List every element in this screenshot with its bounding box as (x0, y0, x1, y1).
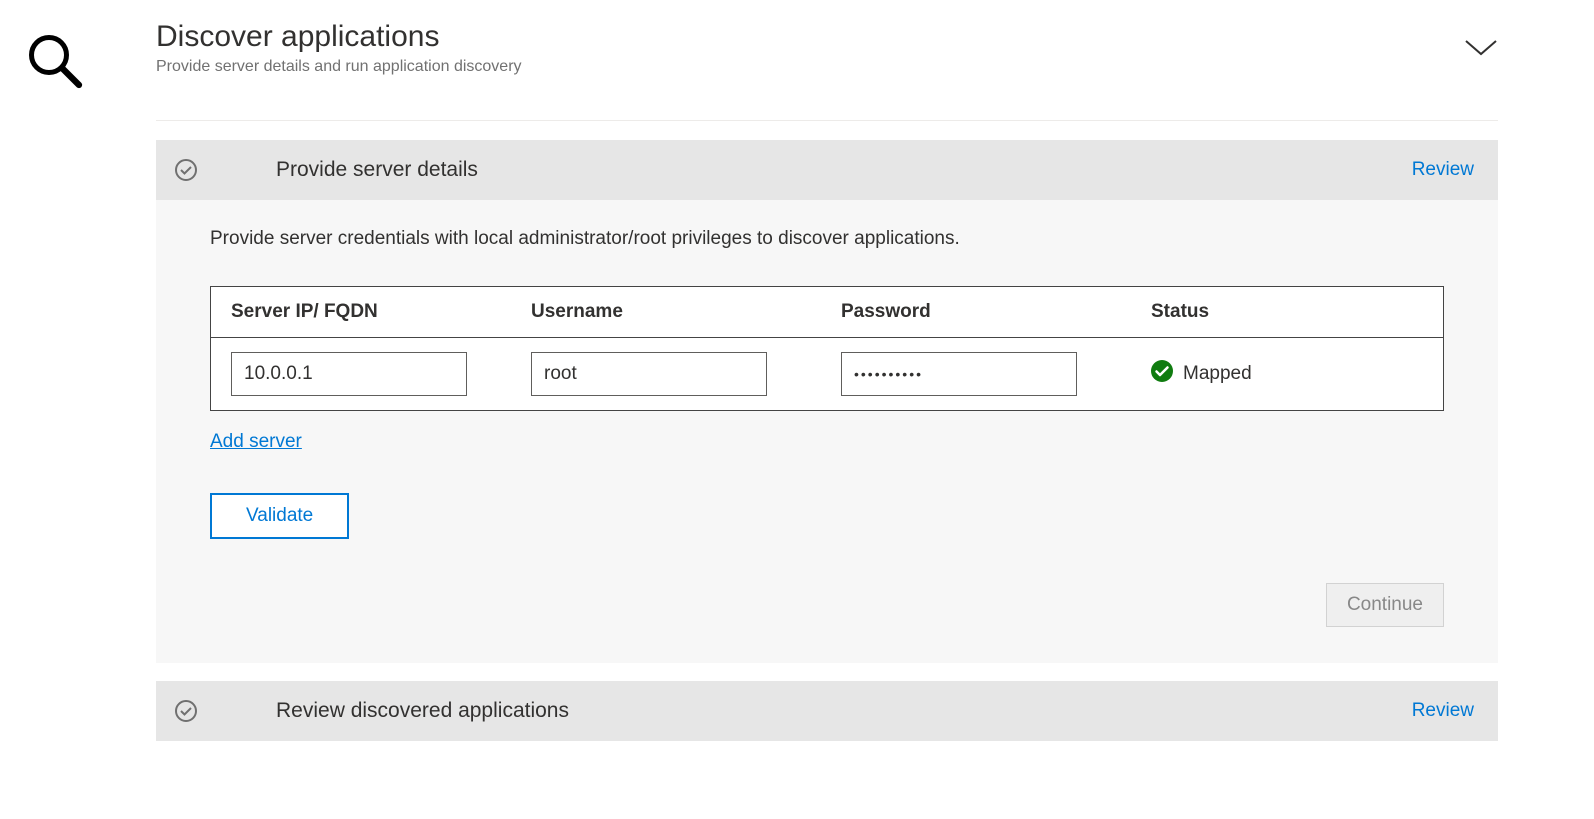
continue-button[interactable]: Continue (1326, 583, 1444, 627)
password-input[interactable] (841, 352, 1077, 396)
search-icon[interactable] (24, 30, 84, 95)
username-input[interactable] (531, 352, 767, 396)
status-label: Mapped (1183, 363, 1252, 385)
panel-description: Provide server credentials with local ad… (210, 228, 1444, 250)
table-row: Mapped (211, 338, 1443, 410)
review-link[interactable]: Review (1412, 159, 1474, 181)
col-header-password: Password (841, 301, 1151, 323)
check-ring-icon (174, 158, 198, 182)
page-title: Discover applications (156, 20, 522, 54)
col-header-ip: Server IP/ FQDN (231, 301, 531, 323)
step-title: Review discovered applications (276, 699, 1412, 723)
review-link[interactable]: Review (1412, 700, 1474, 722)
divider (156, 120, 1498, 121)
add-server-link[interactable]: Add server (210, 431, 302, 453)
validate-button[interactable]: Validate (210, 493, 349, 539)
server-table: Server IP/ FQDN Username Password Status (210, 286, 1444, 411)
col-header-status: Status (1151, 301, 1423, 323)
step-bar-review-applications: Review discovered applications Review (156, 681, 1498, 741)
col-header-username: Username (531, 301, 841, 323)
panel-body: Provide server credentials with local ad… (156, 200, 1498, 663)
step-bar-provide-details: Provide server details Review (156, 140, 1498, 200)
success-check-icon (1151, 360, 1173, 388)
page-subtitle: Provide server details and run applicati… (156, 58, 522, 76)
check-ring-icon (174, 699, 198, 723)
table-header-row: Server IP/ FQDN Username Password Status (211, 287, 1443, 338)
server-ip-input[interactable] (231, 352, 467, 396)
chevron-down-icon[interactable] (1464, 38, 1498, 63)
step-title: Provide server details (276, 158, 1412, 182)
